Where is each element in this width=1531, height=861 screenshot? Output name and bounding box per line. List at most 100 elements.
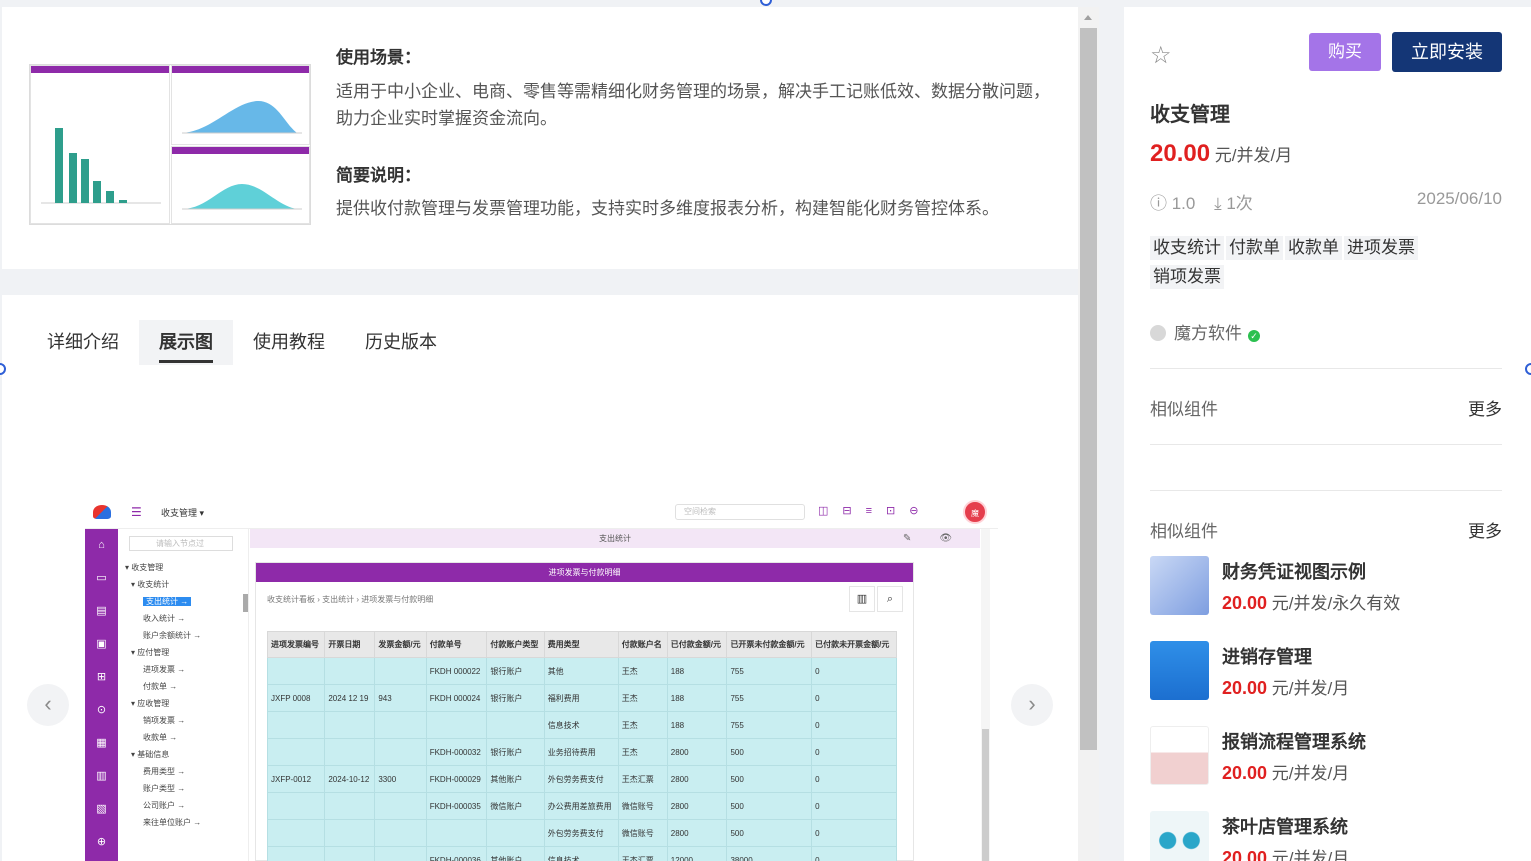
tree-item: 付款单 →: [125, 678, 245, 695]
table-cell: [374, 657, 427, 685]
table-cell: FKDH-000032: [425, 738, 488, 766]
buy-button[interactable]: 购买: [1309, 33, 1381, 71]
tree-item: 账户余额统计 →: [125, 627, 245, 644]
menu-icon: ☰: [131, 505, 142, 519]
table-cell: [324, 738, 376, 766]
more-link[interactable]: 更多: [1468, 395, 1502, 420]
carousel-next-button[interactable]: ›: [1011, 684, 1053, 726]
tree-item: 费用类型 →: [125, 763, 245, 780]
table-cell: JXFP 0008: [266, 684, 326, 712]
table-cell: 0: [811, 711, 897, 739]
tree-item: 账户类型 →: [125, 780, 245, 797]
tab-history[interactable]: 历史版本: [345, 320, 457, 365]
tag[interactable]: 付款单: [1226, 236, 1283, 260]
table-cell: 王杰: [617, 657, 668, 685]
table-header: 费用类型: [543, 631, 619, 658]
favorite-star-icon[interactable]: ☆: [1150, 41, 1172, 70]
related-price-value: 20.00: [1222, 593, 1268, 613]
table-header: 付款账户名: [617, 631, 668, 658]
tree-item-label: 账户余额统计 →: [143, 631, 202, 640]
bar-chart-graphic: [41, 128, 161, 204]
tab-screenshots[interactable]: 展示图: [139, 320, 233, 365]
table-cell: 2024-10-12: [324, 765, 376, 793]
table-cell: 188: [666, 657, 728, 685]
table-header: 开票日期: [324, 631, 376, 658]
shot-toolbar-icons: ◫⊟≡⊡⊖: [818, 505, 933, 517]
product-sidebar: ☆ 购买 立即安装 收支管理 20.00 元/并发/月 ⓘ 1.0 ⤓ 1次 2…: [1124, 7, 1531, 861]
divider: [1150, 490, 1502, 491]
shot-nav-icon: ⊕: [96, 836, 107, 848]
scroll-thumb[interactable]: [1080, 28, 1097, 750]
related-price-value: 20.00: [1222, 763, 1268, 783]
table-cell: 500: [726, 819, 813, 847]
intro-card: 使用场景： 适用于中小企业、电商、零售等需精细化财务管理的场景，解决手工记账低效…: [2, 7, 1078, 269]
table-cell: 其他账户: [486, 846, 545, 861]
table-header: 付款单号: [425, 631, 488, 658]
resize-handle[interactable]: [760, 0, 772, 6]
table-cell: [324, 846, 376, 861]
shot-topbar: ☰ 收支管理 ▾ 空间检索 ◫⊟≡⊡⊖ 魔: [85, 495, 998, 529]
table-cell: 38000: [726, 846, 813, 861]
table-cell: 188: [666, 711, 728, 739]
tree-item-label: 公司账户 →: [143, 801, 186, 810]
table-cell: 福利费用: [543, 684, 619, 712]
tag[interactable]: 进项发票: [1344, 236, 1418, 260]
table-row: FKDH-000035 微信账户 办公费用差旅费用 微信账号 2800 500 0: [266, 792, 897, 820]
tree-item-label: 来往单位账户 →: [143, 818, 202, 827]
more-link-2[interactable]: 更多: [1468, 517, 1502, 542]
tag[interactable]: 收支统计: [1150, 236, 1224, 260]
author-name: 魔方软件: [1174, 324, 1242, 343]
related-item[interactable]: 财务凭证视图示例 20.00 元/并发/永久有效: [1150, 556, 1510, 618]
divider: [1150, 368, 1502, 369]
table-cell: 2800: [666, 738, 728, 766]
tree-item: 支出统计 →: [125, 593, 245, 610]
shot-strip-icons: ✎👁: [903, 533, 981, 544]
tree-item-label: ▾ 应收管理: [131, 699, 170, 708]
area-chart-graphic: [182, 100, 302, 134]
table-cell: 2800: [666, 792, 728, 820]
install-button[interactable]: 立即安装: [1392, 32, 1502, 72]
table-header: 已付款未开票金额/元: [811, 631, 897, 658]
table-cell: [486, 819, 545, 847]
shot-sidebar: ⌂ ▭ ▤ ▣ ⊞ ⊙ ▦ ▥ ▧ ⊕: [85, 529, 118, 861]
author[interactable]: 魔方软件 ✓: [1150, 319, 1260, 344]
tree-item-label: 账户类型 →: [143, 784, 186, 793]
tab-tutorial[interactable]: 使用教程: [233, 320, 345, 365]
tag[interactable]: 销项发票: [1150, 265, 1224, 289]
table-header: 付款账户类型: [486, 631, 545, 658]
table-cell: 微信账户: [486, 792, 545, 820]
related-price-unit: 元/并发/永久有效: [1267, 594, 1401, 613]
related-price-value: 20.00: [1222, 848, 1268, 861]
table-cell: [425, 819, 488, 847]
table-cell: FKDH 000022: [425, 657, 488, 685]
tree-item: ▾ 基础信息: [125, 746, 245, 763]
related-item[interactable]: 茶叶店管理系统 20.00 元/并发/月: [1150, 811, 1510, 861]
related-item[interactable]: 进销存管理 20.00 元/并发/月: [1150, 641, 1510, 703]
related-item[interactable]: 报销流程管理系统 20.00 元/并发/月: [1150, 726, 1510, 788]
table-cell: 755: [726, 657, 813, 685]
table-cell: [374, 711, 427, 739]
table-cell: [425, 711, 488, 739]
table-cell: 0: [811, 792, 897, 820]
tag[interactable]: 收款单: [1285, 236, 1342, 260]
shot-panel: 进项发票与付款明细 收支统计看板 › 支出统计 › 进项发票与付款明细 ▥ ⌕ …: [255, 562, 914, 861]
page-scrollbar[interactable]: [1078, 7, 1099, 861]
table-cell: [266, 846, 326, 861]
preview-thumbnail[interactable]: [29, 64, 311, 225]
tree-item: 来往单位账户 →: [125, 814, 245, 831]
tree-item: 公司账户 →: [125, 797, 245, 814]
tree-item-label: ▾ 收支管理: [125, 563, 164, 572]
app-logo: [93, 505, 111, 519]
related-price-unit: 元/并发/月: [1267, 679, 1350, 698]
tree-item-label: 支出统计 →: [143, 597, 192, 606]
table-header: 已开票未付款金额/元: [726, 631, 813, 658]
shot-nav-icon: ▦: [96, 737, 107, 749]
tree-item-label: 付款单 →: [143, 682, 178, 691]
resize-handle[interactable]: [1525, 363, 1531, 375]
scroll-up-icon[interactable]: [1084, 15, 1092, 20]
tab-detail[interactable]: 详细介绍: [27, 320, 139, 365]
carousel-prev-button[interactable]: ‹: [27, 684, 69, 726]
product-meta: ⓘ 1.0 ⤓ 1次 2025/06/10: [1150, 189, 1502, 214]
brief-title: 简要说明：: [336, 166, 421, 185]
price-unit: 元/并发/月: [1210, 146, 1293, 165]
